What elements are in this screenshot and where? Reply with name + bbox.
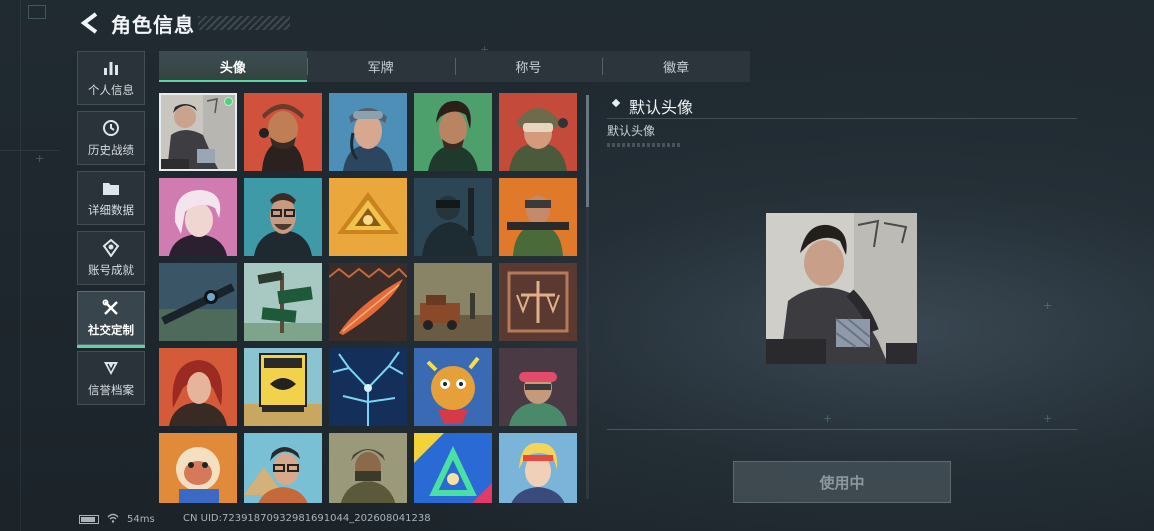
tab-title[interactable]: 称号: [454, 51, 603, 82]
tab-badge[interactable]: 徽章: [602, 51, 750, 82]
avatar-item[interactable]: [159, 263, 237, 341]
avatar-item[interactable]: [499, 433, 577, 503]
corner-frame: [28, 5, 46, 19]
bg-grid-line: [20, 0, 21, 531]
nav-item-label: 个人信息: [88, 83, 134, 97]
avatar-grid-scrollbar[interactable]: [586, 95, 589, 499]
bg-grid-line: [0, 150, 60, 151]
selected-avatar-name-text: 默认头像: [629, 98, 694, 117]
achievement-icon: [101, 238, 121, 258]
nav-item-social-custom[interactable]: 社交定制: [77, 291, 145, 348]
ping-value: 54ms: [127, 514, 155, 525]
bg-plus-mark: +: [1043, 299, 1053, 312]
battery-icon: [79, 515, 99, 524]
scrollbar-thumb[interactable]: [586, 95, 589, 207]
avatar-item[interactable]: [244, 263, 322, 341]
avatar-item[interactable]: [244, 178, 322, 256]
avatar-item[interactable]: [329, 93, 407, 171]
nav-item-personal-info[interactable]: 个人信息: [77, 51, 145, 105]
avatar-item[interactable]: [414, 348, 492, 426]
bg-plus-mark: +: [1043, 412, 1053, 425]
page-title: 角色信息: [111, 13, 195, 37]
avatar-preview-image: [766, 213, 917, 364]
avatar-item[interactable]: [499, 178, 577, 256]
nav-item-history[interactable]: 历史战绩: [77, 111, 145, 165]
avatar-item[interactable]: [159, 348, 237, 426]
nav-item-label: 社交定制: [88, 323, 134, 337]
shield-icon: [101, 358, 121, 378]
avatar-item[interactable]: [159, 433, 237, 503]
avatar-item[interactable]: [329, 433, 407, 503]
avatar-item[interactable]: [414, 93, 492, 171]
avatar-item[interactable]: [499, 263, 577, 341]
nav-item-credit-profile[interactable]: 信誉档案: [77, 351, 145, 405]
avatar-item[interactable]: [244, 348, 322, 426]
folder-icon: [101, 178, 121, 198]
tab-avatar[interactable]: 头像: [159, 51, 307, 82]
avatar-item-default-photo[interactable]: [159, 93, 237, 171]
avatar-item[interactable]: [159, 178, 237, 256]
in-use-button[interactable]: 使用中: [733, 461, 951, 503]
side-nav: 个人信息 历史战绩 详细数据 账号成就 社交定制 信誉档案: [77, 51, 145, 411]
wifi-icon: [107, 513, 119, 526]
nav-item-achievements[interactable]: 账号成就: [77, 231, 145, 285]
avatar-item[interactable]: [244, 433, 322, 503]
avatar-item[interactable]: [329, 178, 407, 256]
category-tabs: 头像 军牌 称号 徽章: [159, 51, 750, 82]
decorative-bar: [607, 143, 682, 147]
status-bar: 54ms: [79, 513, 155, 526]
wrench-icon: [101, 298, 121, 318]
avatar-item[interactable]: [329, 263, 407, 341]
title-decoration: [198, 16, 290, 30]
nav-item-label: 账号成就: [88, 263, 134, 277]
bar-chart-icon: [101, 58, 121, 78]
back-arrow-icon[interactable]: [80, 12, 100, 34]
avatar-item[interactable]: [499, 93, 577, 171]
avatar-item[interactable]: [414, 178, 492, 256]
user-uid: CN UID:72391870932981691044_202608041238: [183, 513, 431, 524]
nav-item-label: 历史战绩: [88, 143, 134, 157]
nav-item-label: 信誉档案: [88, 383, 134, 397]
avatar-grid: [159, 93, 579, 503]
avatar-item[interactable]: [329, 348, 407, 426]
avatar-item[interactable]: [499, 348, 577, 426]
avatar-item[interactable]: [244, 93, 322, 171]
bg-plus-mark: +: [823, 412, 833, 425]
selected-avatar-description: 默认头像: [607, 124, 656, 138]
divider: [607, 429, 1077, 430]
nav-item-detailed-data[interactable]: 详细数据: [77, 171, 145, 225]
nav-item-label: 详细数据: [88, 203, 134, 217]
selected-indicator-icon: [224, 97, 233, 106]
bg-plus-mark: +: [35, 152, 45, 165]
history-icon: [101, 118, 121, 138]
avatar-item[interactable]: [414, 433, 492, 503]
avatar-item[interactable]: [414, 263, 492, 341]
selected-avatar-name: 默认头像: [611, 94, 693, 118]
divider: [607, 118, 1077, 119]
tab-dog-tag[interactable]: 军牌: [306, 51, 455, 82]
